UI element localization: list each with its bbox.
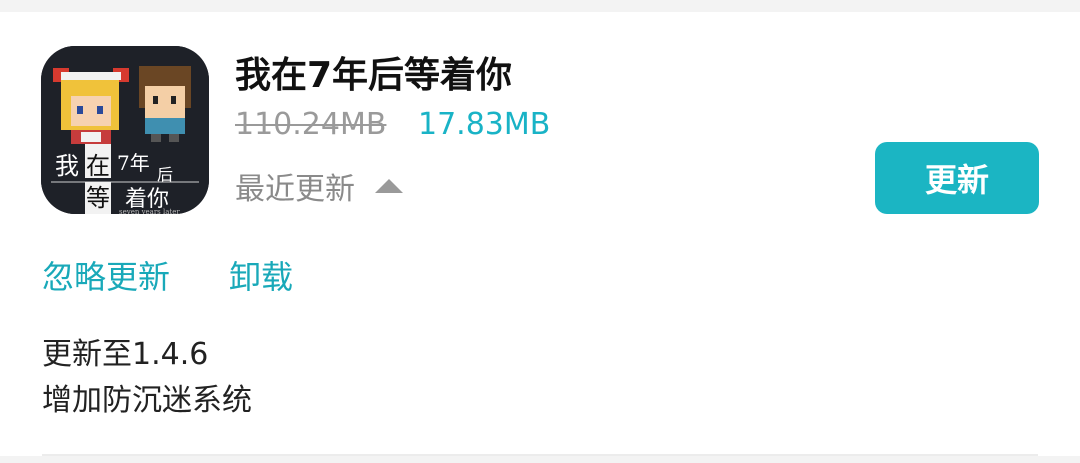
game-app-icon[interactable]: 我 在 7年 后 等 着你 seven years later (41, 46, 209, 214)
release-notes-detail: 增加防沉迷系统 (42, 383, 252, 418)
svg-text:在: 在 (86, 152, 110, 180)
svg-text:我: 我 (55, 152, 79, 180)
svg-text:7年: 7年 (117, 151, 150, 175)
size-info: 110.24MB 17.83MB (235, 107, 550, 142)
release-notes: 更新至1.4.6 增加防沉迷系统 (42, 332, 252, 424)
recent-update-label: 最近更新 (235, 172, 355, 207)
divider (42, 454, 1038, 456)
caret-up-icon (375, 179, 403, 193)
update-button[interactable]: 更新 (875, 142, 1039, 214)
app-update-card: 我 在 7年 后 等 着你 seven years later 我在7年后等着你… (0, 12, 1080, 456)
app-title: 我在7年后等着你 (235, 55, 513, 96)
new-size: 17.83MB (417, 107, 551, 142)
svg-text:seven years later: seven years later (119, 208, 180, 214)
recent-update-toggle[interactable]: 最近更新 (235, 164, 403, 208)
svg-text:后: 后 (157, 165, 173, 184)
uninstall-link[interactable]: 卸载 (229, 252, 293, 298)
svg-text:等: 等 (86, 184, 110, 212)
ignore-update-link[interactable]: 忽略更新 (42, 252, 170, 298)
old-size: 110.24MB (235, 107, 387, 142)
release-notes-version: 更新至1.4.6 (42, 337, 209, 372)
